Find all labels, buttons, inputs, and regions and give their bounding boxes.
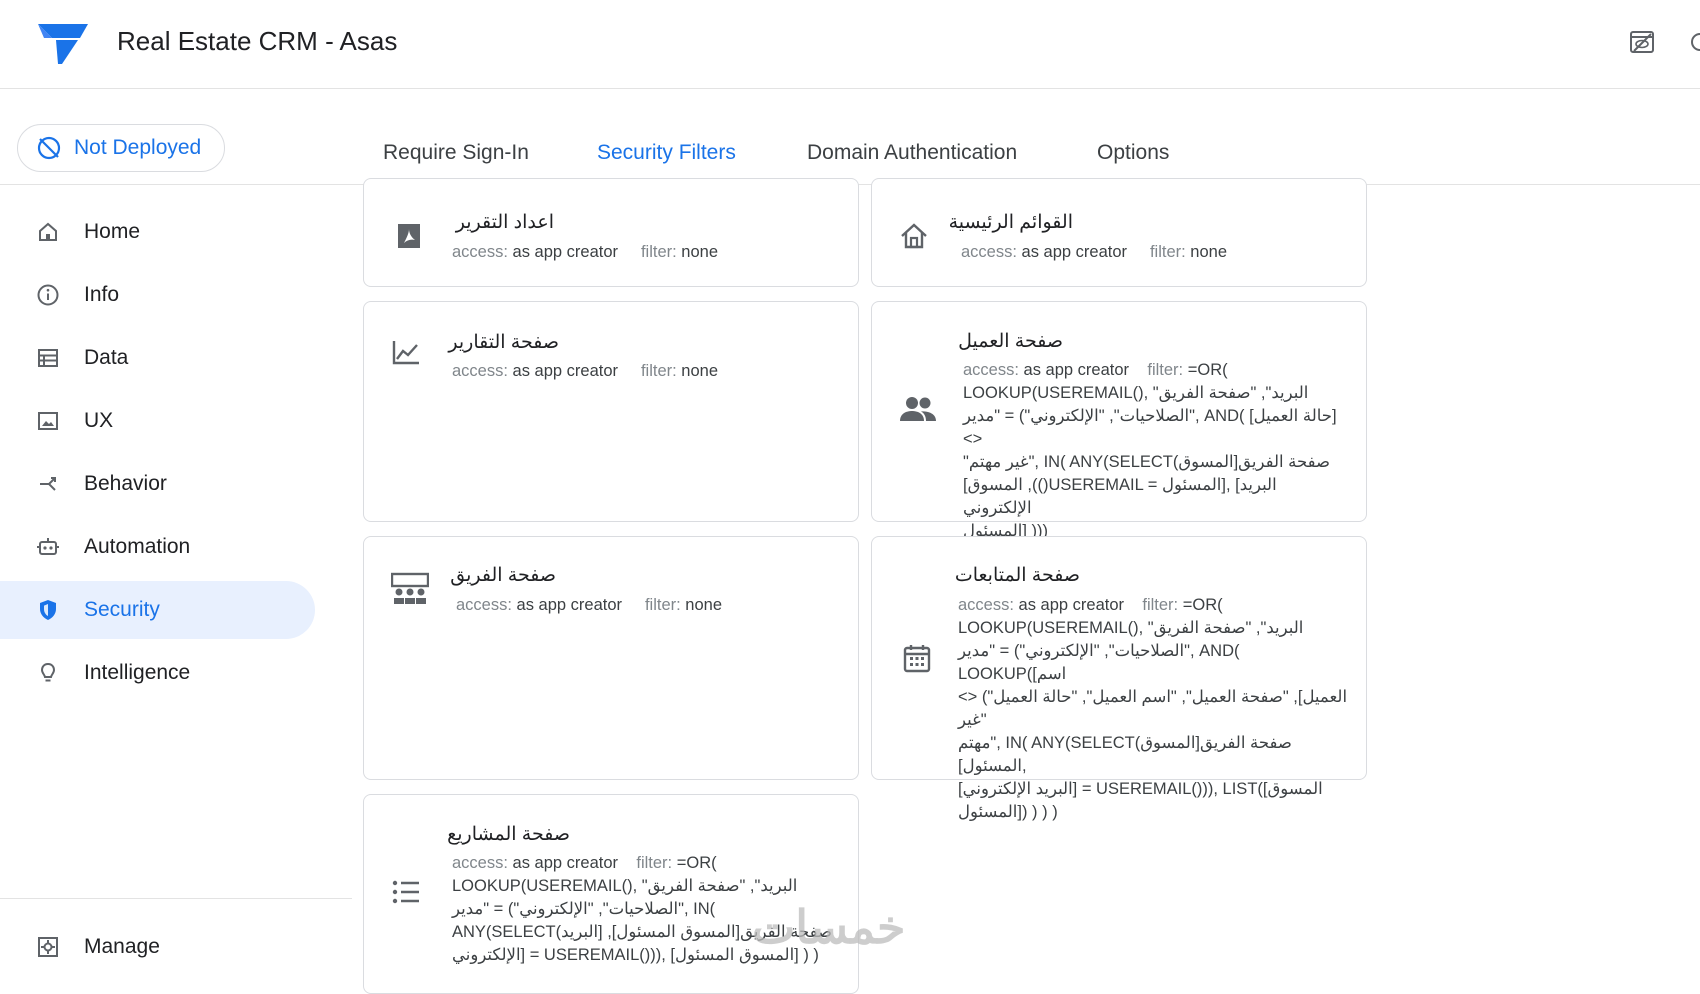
filter-line: مهتم", IN( ANY(SELECT(صفحة الفريق[المسوق… <box>958 734 1292 775</box>
card-title: القوائم الرئيسية <box>948 212 1073 233</box>
list-icon <box>392 880 419 904</box>
appsheet-logo-icon <box>38 24 88 64</box>
filter-line: LOOKUP(USEREMAIL(), "البريد", "صفحة الفر… <box>963 384 1309 402</box>
security-filter-card[interactable]: صفحة الفريق access: as app creator filte… <box>363 536 859 780</box>
sidebar-item-intelligence[interactable]: Intelligence <box>0 644 315 702</box>
card-title: صفحة المشاريع <box>447 824 570 845</box>
watermark: خمسات <box>752 901 906 953</box>
filter-line: الصلاحيات", "الإلكتروني") = "مدير", AND(… <box>958 642 1240 683</box>
sidebar-item-automation[interactable]: Automation <box>0 518 315 576</box>
image-icon <box>38 412 58 430</box>
filter-line: LOOKUP(USEREMAIL(), "البريد", "صفحة الفر… <box>452 877 798 895</box>
filter-line: LOOKUP(USEREMAIL(), "البريد", "صفحة الفر… <box>958 619 1304 637</box>
sidebar-item-behavior[interactable]: Behavior <box>0 455 315 513</box>
sidebar-item-label: Info <box>84 283 120 306</box>
security-filter-card[interactable]: صفحة التقارير access: as app creator fil… <box>363 301 859 522</box>
security-filter-card[interactable]: القوائم الرئيسية access: as app creator … <box>871 178 1367 287</box>
info-icon <box>37 284 59 306</box>
tab-require-sign-in[interactable]: Require Sign-In <box>383 141 529 165</box>
sidebar-item-label: Data <box>84 346 129 369</box>
card-meta: access: as app creator filter: none <box>452 362 719 380</box>
card-title: صفحة الفريق <box>450 565 556 586</box>
tab-options[interactable]: Options <box>1097 141 1169 165</box>
card-meta: access: as app creator filter: none <box>961 243 1228 261</box>
card-meta: access: as app creator filter: none <box>452 243 719 261</box>
sidebar-item-home[interactable]: Home <box>0 203 315 261</box>
security-filter-card[interactable]: صفحة المشاريع access: as app creator fil… <box>363 794 859 994</box>
people-icon <box>900 397 936 421</box>
manage-icon <box>38 937 58 957</box>
card-title: صفحة المتابعات <box>954 565 1080 586</box>
table-icon <box>38 349 58 367</box>
sidebar-item-label: Intelligence <box>84 661 191 684</box>
sidebar-item-label: Manage <box>84 935 160 958</box>
filter-line: المسئول]) ) ) ) <box>958 803 1058 821</box>
app-title: Real Estate CRM - Asas <box>117 26 398 56</box>
preview-hide-icon[interactable] <box>1628 28 1656 56</box>
sidebar-item-label: UX <box>84 409 114 432</box>
security-filter-card[interactable]: صفحة المتابعات access: as app creator fi… <box>871 536 1367 821</box>
sidebar-item-label: Home <box>84 220 141 243</box>
robot-icon <box>37 538 59 555</box>
sidebar-item-data[interactable]: Data <box>0 329 315 387</box>
sidebar-item-security[interactable]: Security <box>0 581 315 639</box>
filter-line: "غير مهتم", IN( ANY(SELECT(صفحة الفريق[ا… <box>963 453 1331 471</box>
merge-arrows-icon <box>40 477 56 491</box>
lightbulb-icon <box>40 662 56 682</box>
home-icon <box>901 223 927 249</box>
security-filter-card[interactable]: اعداد التقرير access: as app creator fil… <box>363 178 859 287</box>
team-icon <box>391 572 429 604</box>
tab-security-filters[interactable]: Security Filters <box>597 141 736 165</box>
sidebar-item-info[interactable]: Info <box>0 266 315 324</box>
card-meta: access: as app creator filter: =OR( LOOK… <box>958 594 1348 824</box>
pdf-icon <box>398 224 420 248</box>
more-icon[interactable] <box>1690 30 1700 54</box>
shield-icon <box>40 600 56 620</box>
filter-line: العميل], "صفحة العميل", "اسم العميل", "ح… <box>958 688 1348 729</box>
sidebar-item-label: Security <box>84 598 160 621</box>
card-title: صفحة التقارير <box>448 332 559 353</box>
card-title: اعداد التقرير <box>455 212 554 233</box>
card-meta: access: as app creator filter: none <box>456 596 723 614</box>
card-meta: access: as app creator filter: =OR( LOOK… <box>963 359 1343 543</box>
top-app-bar: Real Estate CRM - Asas <box>0 0 1700 89</box>
deploy-status-label: Not Deployed <box>74 136 202 159</box>
sidebar-nav: Home Info Data UX Behavior Automation Se… <box>0 185 352 970</box>
sidebar-item-ux[interactable]: UX <box>0 392 315 450</box>
home-icon <box>39 222 57 241</box>
filter-line: [البريد الإلكتروني] = USEREMAIL())), LIS… <box>958 780 1323 798</box>
trending-chart-icon <box>392 341 419 365</box>
security-filter-card[interactable]: صفحة العميل access: as app creator filte… <box>871 301 1367 540</box>
tab-domain-authentication[interactable]: Domain Authentication <box>807 141 1017 165</box>
filter-line: الصلاحيات", "الإلكتروني") = "مدير", AND(… <box>963 407 1337 448</box>
sidebar-item-manage[interactable]: Manage <box>0 918 315 976</box>
filter-line: [المسوق ,(()USEREMAIL = المسئول], [البري… <box>963 476 1277 517</box>
calendar-icon <box>903 645 931 673</box>
sidebar-item-label: Behavior <box>84 472 167 495</box>
card-title: صفحة العميل <box>958 331 1063 352</box>
deploy-status-chip[interactable]: Not Deployed <box>17 124 225 172</box>
not-deployed-icon <box>37 136 61 160</box>
sidebar-divider <box>0 898 352 899</box>
sidebar-item-label: Automation <box>84 535 191 558</box>
